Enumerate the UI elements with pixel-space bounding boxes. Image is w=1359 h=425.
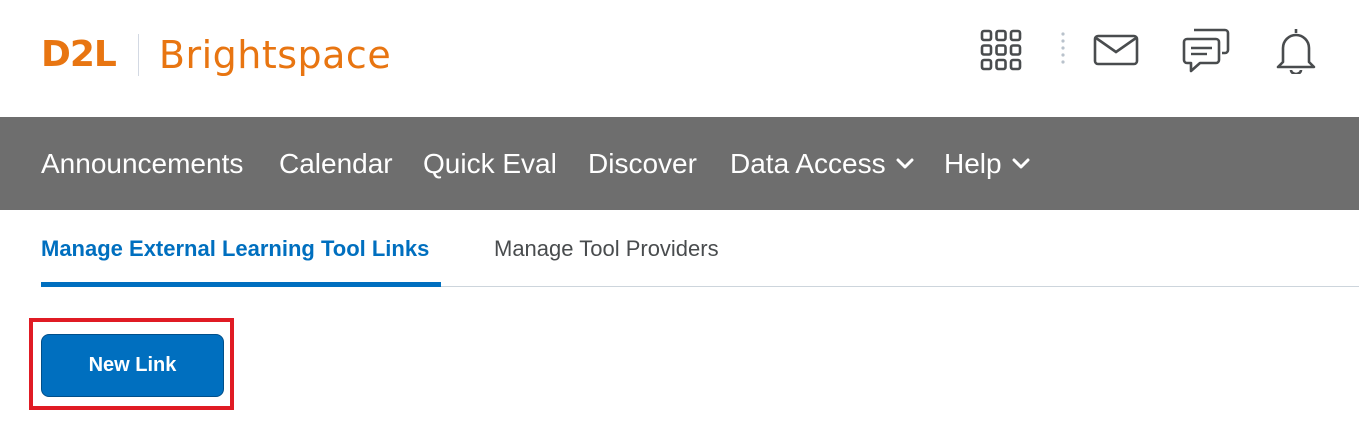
waffle-grid-button[interactable] bbox=[975, 24, 1027, 76]
nav-quick-eval[interactable]: Quick Eval bbox=[423, 117, 557, 210]
mail-icon bbox=[1093, 34, 1139, 66]
nav-label: Help bbox=[944, 147, 1002, 179]
nav-label: Announcements bbox=[41, 147, 244, 179]
chevron-down-icon bbox=[896, 158, 914, 168]
waffle-grid-icon bbox=[980, 29, 1022, 71]
nav-help[interactable]: Help bbox=[944, 117, 1030, 210]
nav-label: Calendar bbox=[279, 147, 393, 179]
chevron-down-icon bbox=[1012, 158, 1030, 168]
subscription-alerts-button[interactable] bbox=[1180, 24, 1232, 76]
chat-icon bbox=[1182, 28, 1230, 73]
tab-label: Manage Tool Providers bbox=[494, 236, 719, 261]
brand-logo[interactable]: D2L Brightspace bbox=[41, 33, 391, 77]
nav-label: Data Access bbox=[730, 147, 886, 179]
nav-label: Discover bbox=[588, 147, 697, 179]
d2l-logo-mark: D2L bbox=[41, 34, 117, 75]
nav-discover[interactable]: Discover bbox=[588, 117, 697, 210]
active-tab-indicator bbox=[41, 282, 441, 287]
nav-data-access[interactable]: Data Access bbox=[730, 117, 914, 210]
main-navbar: Announcements Calendar Quick Eval Discov… bbox=[0, 117, 1359, 210]
tab-manage-tool-providers[interactable]: Manage Tool Providers bbox=[494, 210, 719, 288]
top-header: D2L Brightspace bbox=[0, 0, 1359, 117]
separator-dots bbox=[1061, 32, 1065, 64]
logo-divider bbox=[137, 34, 139, 76]
product-name: Brightspace bbox=[158, 33, 392, 77]
tab-label: Manage External Learning Tool Links bbox=[41, 236, 430, 261]
nav-label: Quick Eval bbox=[423, 147, 557, 179]
update-alerts-button[interactable] bbox=[1270, 24, 1322, 76]
message-alerts-button[interactable] bbox=[1090, 24, 1142, 76]
new-link-button[interactable]: New Link bbox=[41, 334, 224, 397]
tab-manage-external-learning-tool-links[interactable]: Manage External Learning Tool Links bbox=[41, 210, 429, 288]
bell-icon bbox=[1276, 29, 1316, 74]
tab-list: Manage External Learning Tool Links Mana… bbox=[41, 210, 1359, 288]
nav-announcements[interactable]: Announcements bbox=[41, 117, 243, 210]
nav-calendar[interactable]: Calendar bbox=[279, 117, 393, 210]
